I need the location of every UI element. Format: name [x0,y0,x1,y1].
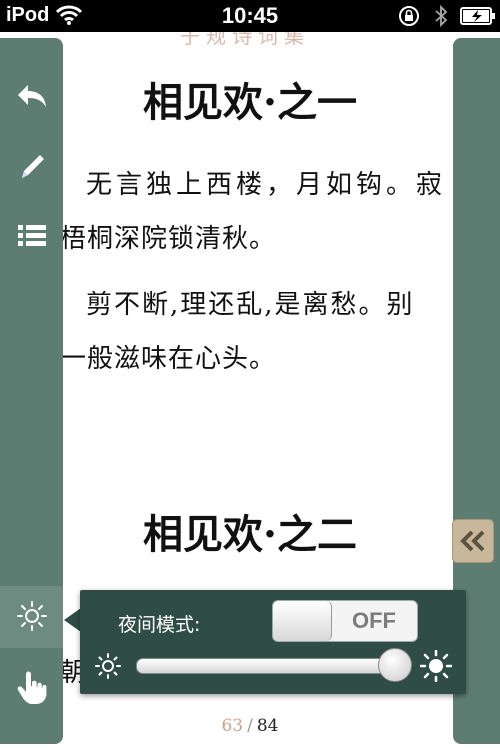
brightness-icon [17,601,47,631]
brightness-button[interactable] [0,586,63,648]
brightness-slider-thumb[interactable] [378,648,413,682]
brightness-low-icon [95,653,121,679]
collapse-panel-button[interactable] [452,519,494,563]
total-pages: 84 [256,716,279,736]
faded-header-text: 子规诗词集 [180,32,310,48]
list-icon[interactable] [14,218,50,254]
page-separator: / [247,716,253,736]
current-page: 63 [221,716,244,736]
double-chevron-left-icon [460,530,485,552]
battery-icon [460,7,495,25]
brightness-high-icon [420,650,452,682]
rotation-lock-icon [399,6,419,26]
poem-line: 一般滋味在心头。 [60,344,277,374]
status-bar: iPod 10:45 [0,0,500,32]
left-toolbar [0,38,63,744]
bluetooth-icon [435,4,448,28]
brightness-slider-track[interactable] [136,658,410,674]
poem-line: 梧桐深院锁清秋。 [60,224,277,254]
toggle-state-label: OFF [352,608,396,633]
clock: 10:45 [221,3,279,28]
hand-icon[interactable] [14,670,50,706]
poem-title-2: 相见欢·之二 [143,511,357,558]
brightness-popover: 夜间模式: OFF [80,590,466,694]
night-mode-label: 夜间模式: [118,614,201,636]
toggle-knob [273,601,332,641]
pen-icon[interactable] [14,148,50,184]
back-arrow-icon[interactable] [14,78,50,114]
poem-line: 无言独上西楼，月如钩。寂 [86,170,447,200]
night-mode-toggle[interactable]: OFF [272,600,418,642]
popover-arrow [64,608,81,632]
poem-line: 剪不断,理还乱,是离愁。别 [86,290,415,320]
page-indicator: 63/84 [0,716,500,736]
poem-title-1: 相见欢·之一 [143,79,357,126]
